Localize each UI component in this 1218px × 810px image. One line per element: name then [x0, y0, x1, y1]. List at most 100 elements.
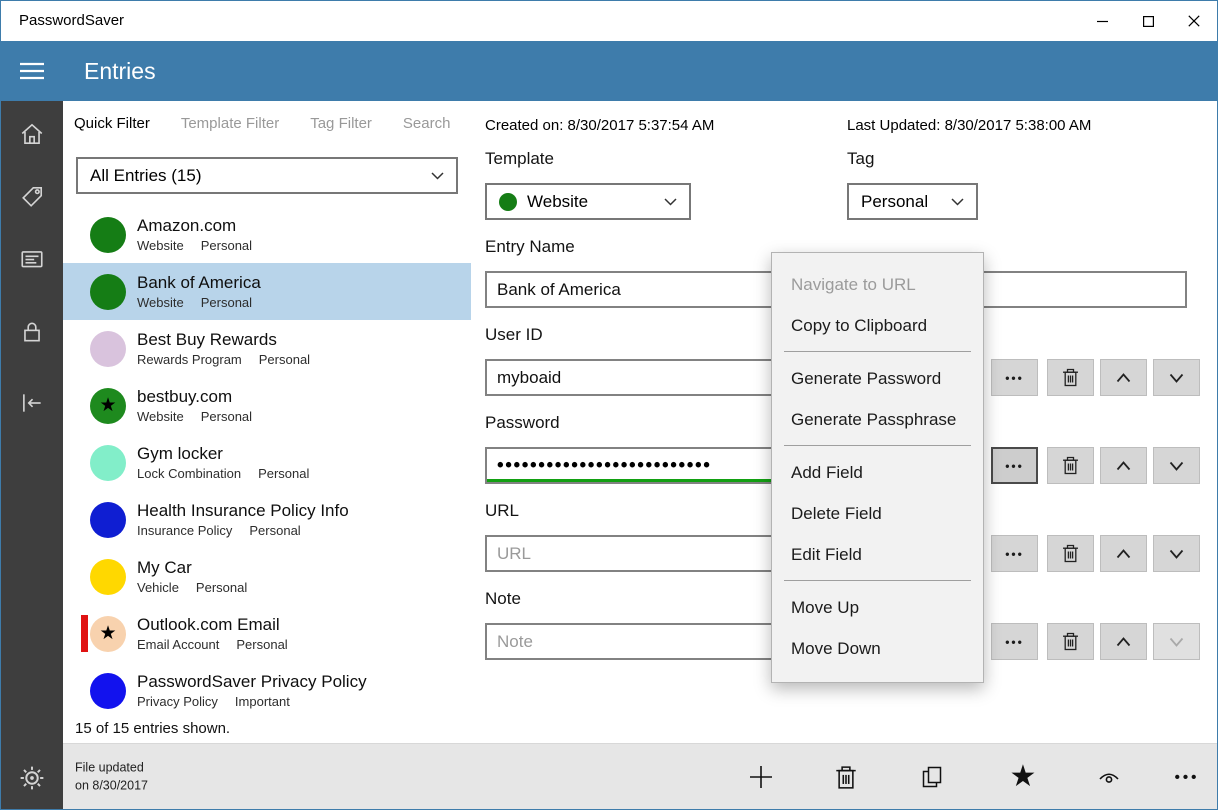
entry-color-icon	[90, 273, 126, 310]
password-more-button[interactable]: •••	[991, 447, 1038, 484]
password-move-up-button[interactable]	[1100, 447, 1147, 484]
list-item[interactable]: ★ Outlook.com Email Email Account Personal	[63, 605, 471, 662]
url-move-down-button[interactable]	[1153, 535, 1200, 572]
entry-color-icon	[90, 330, 126, 367]
home-nav-button[interactable]	[1, 112, 63, 156]
delete-entry-button[interactable]	[821, 752, 871, 802]
minimize-icon	[1096, 20, 1108, 22]
hamburger-menu-button[interactable]	[1, 41, 63, 101]
url-move-up-button[interactable]	[1100, 535, 1147, 572]
tag-icon	[22, 186, 43, 207]
file-status: File updated on 8/30/2017	[75, 758, 148, 796]
entry-color-icon: ★	[90, 387, 126, 424]
menu-separator	[784, 351, 971, 352]
entry-template-name: Rewards Program	[137, 352, 242, 367]
entry-tag-name: Personal	[200, 409, 253, 424]
settings-button[interactable]	[1, 756, 63, 800]
more-icon: •••	[1005, 546, 1024, 561]
entry-template-name: Lock Combination	[137, 466, 242, 481]
entry-tag-name: Personal	[249, 523, 301, 538]
trash-icon	[1063, 368, 1078, 387]
app-title: PasswordSaver	[19, 12, 125, 29]
list-item[interactable]: Gym locker Lock Combination Personal	[63, 434, 471, 491]
menu-item-move-up[interactable]: Move Up	[772, 587, 983, 628]
list-item[interactable]: My Car Vehicle Personal	[63, 548, 471, 605]
more-options-button[interactable]: •••	[1162, 752, 1212, 802]
entry-color-icon	[90, 501, 126, 538]
close-button[interactable]	[1171, 1, 1217, 41]
exit-nav-button[interactable]	[1, 381, 63, 425]
add-entry-button[interactable]	[736, 752, 786, 802]
tag-label: Tag	[847, 149, 875, 168]
user-id-more-button[interactable]: •••	[991, 359, 1038, 396]
tag-value: Personal	[861, 191, 929, 211]
entry-tag-name: Personal	[200, 295, 253, 310]
menu-item-add-field[interactable]: Add Field	[772, 452, 983, 493]
menu-item-copy-to-clipboard[interactable]: Copy to Clipboard	[772, 305, 983, 346]
entry-text: Amazon.com Website Personal	[137, 216, 252, 253]
chevron-down-icon	[951, 197, 964, 206]
entry-text: Outlook.com Email Email Account Personal	[137, 615, 288, 652]
note-move-up-button[interactable]	[1100, 623, 1147, 660]
entries-filter-dropdown[interactable]: All Entries (15)	[76, 157, 458, 194]
minimize-button[interactable]	[1079, 1, 1125, 41]
reveal-button[interactable]	[1084, 752, 1134, 802]
entry-template-name: Website	[137, 238, 184, 253]
favorite-button[interactable]: ★	[998, 752, 1048, 802]
entries-list: Amazon.com Website Personal Bank of America…	[63, 206, 471, 712]
list-item[interactable]: Bank of America Website Personal	[63, 263, 471, 320]
trash-icon	[1063, 456, 1078, 475]
menu-item-generate-password[interactable]: Generate Password	[772, 358, 983, 399]
list-item[interactable]: Amazon.com Website Personal	[63, 206, 471, 263]
file-status-line2: on 8/30/2017	[75, 778, 148, 793]
list-item[interactable]: Health Insurance Policy Info Insurance Po…	[63, 491, 471, 548]
menu-separator	[784, 580, 971, 581]
exit-arrow-icon	[23, 394, 41, 412]
password-delete-field-button[interactable]	[1047, 447, 1094, 484]
note-more-button[interactable]: •••	[991, 623, 1038, 660]
list-item[interactable]: Best Buy Rewards Rewards Program Personal	[63, 320, 471, 377]
list-item[interactable]: ★ bestbuy.com Website Personal	[63, 377, 471, 434]
maximize-button[interactable]	[1125, 1, 1171, 41]
user-id-move-down-button[interactable]	[1153, 359, 1200, 396]
entry-subtitle: Vehicle Personal	[137, 580, 247, 595]
password-masked-value: ••••••••••••••••••••••••••	[497, 454, 712, 476]
list-item[interactable]: PasswordSaver Privacy Policy Privacy Poli…	[63, 662, 471, 712]
chevron-up-icon	[1116, 548, 1131, 558]
user-id-delete-field-button[interactable]	[1047, 359, 1094, 396]
filter-tab-quick-filter[interactable]: Quick Filter	[74, 115, 150, 132]
home-icon	[21, 123, 43, 145]
copy-entry-button[interactable]	[907, 752, 957, 802]
note-delete-field-button[interactable]	[1047, 623, 1094, 660]
password-label: Password	[485, 413, 560, 432]
lock-nav-button[interactable]	[1, 310, 63, 354]
tag-dropdown[interactable]: Personal	[847, 183, 978, 220]
entry-subtitle: Website Personal	[137, 238, 252, 253]
star-icon: ★	[1009, 760, 1037, 793]
favorite-star-icon: ★	[99, 623, 117, 644]
entry-color-icon	[90, 444, 126, 481]
tags-nav-button[interactable]	[1, 175, 63, 219]
template-dropdown[interactable]: Website	[485, 183, 691, 220]
entry-subtitle: Privacy Policy Important	[137, 694, 367, 709]
trash-icon	[1063, 544, 1078, 563]
templates-nav-button[interactable]	[1, 237, 63, 281]
menu-item-edit-field[interactable]: Edit Field	[772, 534, 983, 575]
entry-subtitle: Website Personal	[137, 295, 261, 310]
chevron-down-icon	[1169, 637, 1184, 647]
menu-item-generate-passphrase[interactable]: Generate Passphrase	[772, 399, 983, 440]
url-delete-field-button[interactable]	[1047, 535, 1094, 572]
menu-item-delete-field[interactable]: Delete Field	[772, 493, 983, 534]
filter-tab-search[interactable]: Search	[403, 115, 451, 132]
note-label: Note	[485, 589, 521, 608]
lock-icon	[24, 322, 40, 342]
filter-tab-tag-filter[interactable]: Tag Filter	[310, 115, 372, 132]
password-move-down-button[interactable]	[1153, 447, 1200, 484]
last-updated-text: Last Updated: 8/30/2017 5:38:00 AM	[847, 117, 1092, 134]
filter-tab-template-filter[interactable]: Template Filter	[181, 115, 279, 132]
entry-title: My Car	[137, 558, 192, 577]
url-more-button[interactable]: •••	[991, 535, 1038, 572]
created-on-text: Created on: 8/30/2017 5:37:54 AM	[485, 117, 715, 134]
user-id-move-up-button[interactable]	[1100, 359, 1147, 396]
menu-item-move-down[interactable]: Move Down	[772, 628, 983, 669]
